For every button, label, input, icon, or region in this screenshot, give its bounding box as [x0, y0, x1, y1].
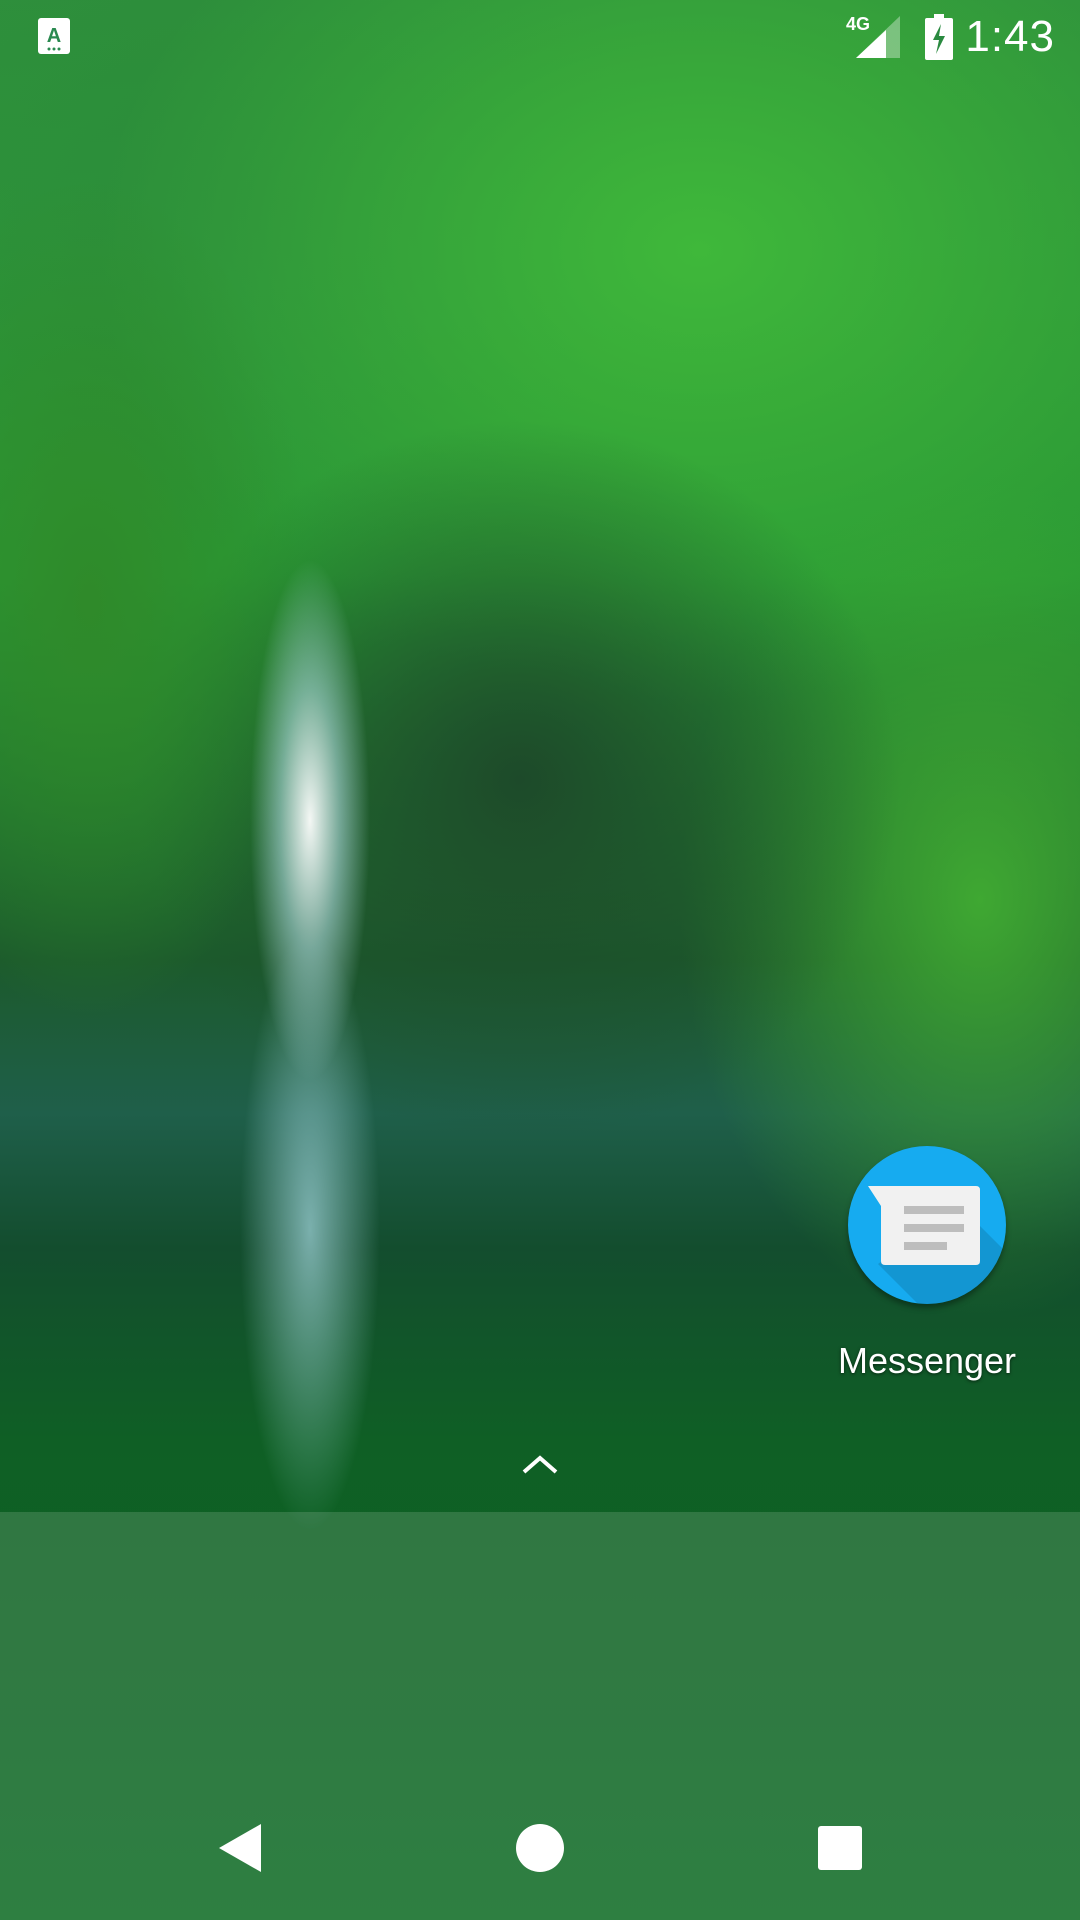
messenger-app-icon[interactable]	[848, 1146, 1006, 1304]
clock: 1:43	[965, 12, 1055, 61]
chevron-up-icon[interactable]	[520, 1448, 560, 1478]
svg-text:A: A	[47, 25, 61, 47]
recents-icon[interactable]	[817, 1825, 863, 1871]
messages-icon	[868, 1186, 1006, 1304]
status-bar: A 4G 1:43	[0, 0, 1080, 72]
home-icon[interactable]	[515, 1823, 565, 1873]
a-notification-icon: A	[38, 18, 70, 54]
navigation-bar	[0, 1788, 1080, 1920]
back-icon[interactable]	[215, 1820, 265, 1876]
signal-icon	[856, 16, 900, 58]
battery-charging-icon	[925, 14, 953, 60]
messenger-app-label[interactable]: Messenger	[827, 1340, 1027, 1382]
